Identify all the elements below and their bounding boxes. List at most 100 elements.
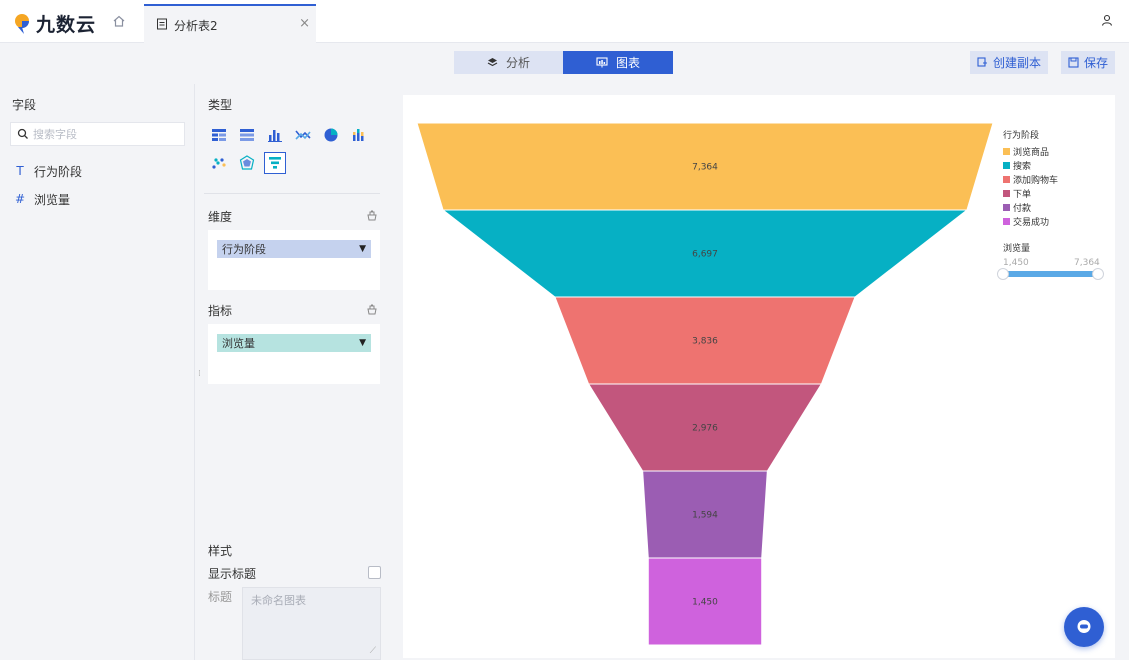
range-min-label: 1,450 [1003,258,1029,268]
legend-swatch [1003,147,1010,155]
funnel-value-label: 7,364 [692,163,718,173]
caret-down-icon[interactable]: ▼ [359,338,366,348]
range-slider-fill [1003,271,1098,277]
legend-swatch [1003,217,1010,225]
fields-panel: 字段 T 行为阶段 # 浏览量 [0,84,195,660]
measure-pill-label: 浏览量 [222,337,255,350]
copy-icon [977,57,987,67]
close-icon[interactable]: × [299,16,310,31]
legend-item[interactable]: 交易成功 [1003,214,1058,228]
title-input[interactable] [243,588,380,659]
measure-pill[interactable]: 浏览量 ▼ [217,334,371,352]
caret-down-icon[interactable]: ▼ [359,244,366,254]
range-title: 浏览量 [1003,244,1031,254]
save-button[interactable]: 保存 [1061,51,1115,74]
funnel-chart-type-icon[interactable] [264,152,286,174]
legend-items: 浏览商品搜索添加购物车下单 付款交易成功 [1003,144,1058,228]
search-icon [17,128,28,139]
fields-title: 字段 [12,98,37,112]
legend-label: 下单 [1013,189,1032,200]
group-table-type-icon[interactable] [236,124,258,146]
chart-canvas: 7,364 6,697 3,836 2,976 1,594 1,450 行为阶段 浏览商品… [403,95,1115,658]
app-logo[interactable]: 九数云 [12,10,96,37]
legend-item[interactable]: 下单 [1003,186,1058,200]
legend-swatch [1003,161,1010,169]
legend-label: 添加购物车 [1013,175,1059,186]
range-max-handle[interactable] [1092,268,1104,280]
app-name: 九数云 [36,14,97,36]
field-label: 浏览量 [34,192,71,207]
legend-label: 浏览商品 [1013,147,1050,158]
legend-label: 交易成功 [1013,217,1050,228]
bar-chart-type-icon[interactable] [264,124,286,146]
measure-drop-zone[interactable]: 浏览量 ▼ [208,324,380,384]
range-slider[interactable] [997,268,1104,280]
resize-grip-icon[interactable]: ⁞ [198,369,202,381]
help-chat-button[interactable] [1064,607,1104,647]
create-copy-button[interactable]: 创建副本 [970,51,1048,74]
user-icon [1101,14,1113,26]
document-icon [157,18,167,30]
dimension-pill-label: 行为阶段 [222,243,266,256]
clear-icon[interactable] [366,209,378,221]
legend-label: 搜索 [1013,161,1032,172]
legend-swatch [1003,175,1010,183]
top-bar: 九数云 分析表2 × [0,0,1129,43]
funnel-value-label: 1,594 [692,511,718,521]
field-search[interactable] [10,122,185,146]
legend-swatch [1003,203,1010,211]
legend-swatch [1003,189,1010,197]
funnel-value-label: 3,836 [692,337,718,347]
layers-icon [487,58,498,67]
stacked-bar-type-icon[interactable] [348,124,370,146]
type-title: 类型 [208,98,233,112]
line-chart-type-icon[interactable] [292,124,314,146]
title-field[interactable]: ⟋ [242,587,381,660]
pie-chart-type-icon[interactable] [320,124,342,146]
radar-chart-type-icon[interactable] [236,152,258,174]
dimension-drop-zone[interactable]: 行为阶段 ▼ [208,230,380,290]
mode-analysis-button[interactable]: 分析 [454,51,563,74]
chat-icon [1077,620,1091,633]
logo-icon [15,13,29,34]
field-label: 行为阶段 [34,164,83,179]
legend-item[interactable]: 添加购物车 [1003,172,1058,186]
funnel-value-label: 1,450 [692,598,718,608]
measure-title: 指标 [208,304,233,318]
mode-chart-label: 图表 [615,56,640,70]
tab-label: 分析表2 [174,19,218,33]
show-title-checkbox[interactable] [368,566,381,579]
field-item-stage[interactable]: T 行为阶段 [14,162,82,180]
legend-item[interactable]: 搜索 [1003,158,1058,172]
divider [204,193,380,194]
legend: 行为阶段 浏览商品搜索添加购物车下单 付款交易成功 [1003,128,1058,228]
legend-item[interactable]: 付款 [1003,200,1058,214]
mode-analysis-label: 分析 [505,56,530,70]
toolbar: 分析 图表 创建副本 保存 [0,44,1129,82]
detail-table-type-icon[interactable] [208,124,230,146]
clear-icon[interactable] [366,303,378,315]
create-copy-label: 创建副本 [992,56,1041,70]
tab-analysis-table[interactable]: 分析表2 × [144,4,316,43]
scatter-chart-type-icon[interactable] [208,152,230,174]
resize-handle-icon[interactable]: ⟋ [370,646,376,656]
range-max-label: 7,364 [1074,258,1100,268]
config-panel: 类型 维度 行为阶段 ▼ 指标 浏览量 ▼ ⁞ 样式 显示标题 标题 未命名图表… [196,84,392,660]
user-button[interactable] [1101,14,1113,29]
legend-title: 行为阶段 [1003,131,1040,141]
title-label: 标题 [208,590,233,604]
mode-chart-button[interactable]: 图表 [563,51,673,74]
style-title: 样式 [208,544,233,558]
save-icon [1068,57,1079,68]
home-button[interactable] [112,14,128,30]
text-type-icon: T [16,164,24,178]
dimension-title: 维度 [208,210,233,224]
range-min-handle[interactable] [997,268,1009,280]
home-icon [113,15,125,27]
funnel-value-label: 6,697 [692,250,718,260]
search-input[interactable] [33,126,178,142]
legend-item[interactable]: 浏览商品 [1003,144,1058,158]
dimension-pill[interactable]: 行为阶段 ▼ [217,240,371,258]
field-item-views[interactable]: # 浏览量 [14,190,70,208]
save-label: 保存 [1083,56,1108,70]
